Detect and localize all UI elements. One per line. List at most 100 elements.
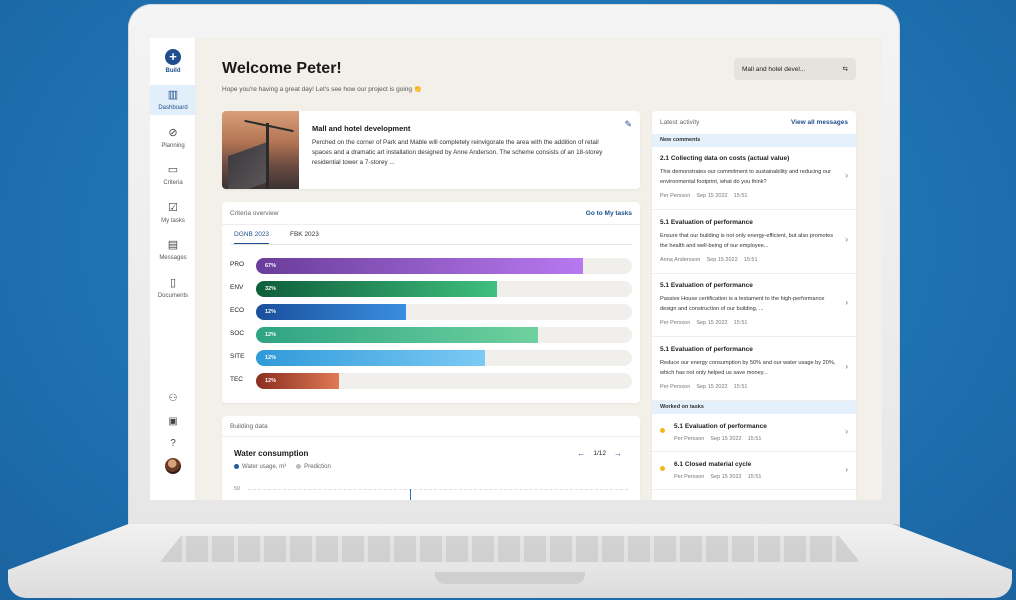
criteria-bar: 12% [256,350,486,366]
swap-icon: ⇆ [842,66,848,73]
project-select-value: Mall and hotel devel... [742,65,806,73]
comment-title: 5.1 Evaluation of performance [660,282,753,289]
project-card[interactable]: Mall and hotel development Perched on th… [222,111,640,189]
criteria-row-eco[interactable]: ECO 12% [230,304,632,320]
tab-fbk-2023[interactable]: FBK 2023 [290,231,319,243]
comment-item[interactable]: 2.1 Collecting data on costs (actual val… [652,147,856,210]
comment-body: This demonstrates our commitment to sust… [660,169,831,185]
chevron-right-icon: › [845,298,848,307]
document-icon: ▯ [169,277,177,289]
task-item[interactable]: 6.1 Closed material cycle Per Persson Sep… [652,452,856,490]
criteria-track: 67% [256,258,632,274]
legend-prediction: Prediction [296,464,331,470]
task-meta: Per Persson Sep 15 2022 15:51 [674,436,762,442]
help-icon[interactable]: ? [167,438,179,450]
comment-body: Reduce our energy consumption by 50% and… [660,360,836,376]
sidebar-item-criteria[interactable]: ▭ Criteria [150,160,196,190]
task-meta: Per Persson Sep 15 2022 15:51 [674,474,762,480]
criteria-bar: 12% [256,373,339,389]
criteria-row-env[interactable]: ENV 32% [230,281,632,297]
tab-dgnb-2023[interactable]: DGNB 2023 [234,231,270,245]
laptop-keyboard [160,536,860,562]
criteria-row-pro[interactable]: PRO 67% [230,258,632,274]
pager-label: 1/12 [593,450,606,457]
chevron-right-icon: › [845,427,848,436]
project-description: Perched on the corner of Park and Mable … [312,139,603,166]
criteria-percent: 12% [265,332,277,338]
report-search-icon[interactable]: ▣ [167,416,179,428]
criteria-bar: 67% [256,258,584,274]
criteria-label: ECO [230,307,245,314]
comment-title: 5.1 Evaluation of performance [660,219,753,226]
avatar[interactable] [165,458,181,474]
chart-marker-line [410,489,411,500]
arrow-right-icon[interactable]: → [614,449,622,458]
go-to-my-tasks-link[interactable]: Go to My tasks [586,210,632,217]
sidebar-item-messages[interactable]: ▤ Messages [150,235,196,265]
sidebar-item-planning[interactable]: ⊘ Planning [150,123,196,153]
comment-meta: Per Persson Sep 15 2022 15:51 [660,320,748,326]
criteria-card: Criteria overview Go to My tasks DGNB 20… [222,202,640,403]
criteria-percent: 12% [265,355,277,361]
comment-body: Passive House certification is a testame… [660,296,825,312]
briefcase-icon: ▭ [167,164,179,176]
criteria-row-soc[interactable]: SOC 12% [230,327,632,343]
chevron-right-icon: › [845,235,848,244]
page-title: Welcome Peter! [222,60,342,77]
chevron-right-icon: › [845,465,848,474]
chevron-right-icon: › [845,171,848,180]
sidebar-item-my-tasks[interactable]: ☑ My tasks [150,198,196,228]
sidebar-item-dashboard[interactable]: ▥ Dashboard [150,85,196,115]
comment-meta: Anna Andersson Sep 15 2022 15:51 [660,257,758,263]
criteria-track: 12% [256,327,632,343]
app-screen: + Build ▥ Dashboard ⊘ Planning ▭ Criteri… [150,38,882,500]
project-image [222,111,299,189]
legend-water-usage: Water usage, m³ [234,464,286,470]
activity-heading: Latest activity [660,119,700,126]
comment-item[interactable]: 5.1 Evaluation of performance Ensure that… [652,211,856,274]
building-data-heading: Building data [230,423,268,430]
criteria-track: 12% [256,350,632,366]
criteria-bar: 12% [256,304,407,320]
comment-title: 2.1 Collecting data on costs (actual val… [660,155,790,162]
sidebar-item-documents[interactable]: ▯ Documents [150,273,196,303]
task-title: 5.1 Evaluation of performance [674,423,767,430]
compass-icon: ⊘ [168,127,178,139]
criteria-percent: 12% [265,378,277,384]
chevron-right-icon: › [845,362,848,371]
worked-on-tasks-band: Worked on tasks [652,401,856,414]
status-dot [660,466,665,471]
criteria-row-tec[interactable]: TEC 12% [230,373,632,389]
arrow-left-icon[interactable]: ← [577,449,585,458]
building-data-card: Building data Water consumption Water us… [222,416,640,500]
page-subtitle: Hope you're having a great day! Let's se… [222,86,422,93]
build-button[interactable]: + Build [150,44,196,78]
users-icon[interactable]: ⚇ [167,393,179,405]
comment-meta: Per Persson Sep 15 2022 15:51 [660,384,748,390]
status-dot [660,428,665,433]
activity-panel: Latest activity View all messages New co… [652,111,856,500]
criteria-row-site[interactable]: SITE 12% [230,350,632,366]
comment-body: Ensure that our building is not only ene… [660,233,834,249]
criteria-track: 12% [256,373,632,389]
chart-pager: ← 1/12 → [577,449,622,458]
criteria-label: ENV [230,284,244,291]
criteria-label: PRO [230,261,245,268]
criteria-bar: 12% [256,327,538,343]
plus-icon: + [165,48,181,65]
criteria-percent: 32% [265,286,277,292]
edit-icon[interactable]: ✎ [624,119,632,130]
sidebar: + Build ▥ Dashboard ⊘ Planning ▭ Criteri… [150,38,196,500]
view-all-messages-link[interactable]: View all messages [791,119,848,126]
chart-legend: Water usage, m³ Prediction [234,464,331,470]
project-title: Mall and hotel development [312,124,411,133]
comment-item[interactable]: 5.1 Evaluation of performance Passive Hou… [652,274,856,337]
project-select[interactable]: Mall and hotel devel... ⇆ [734,58,856,80]
y-tick-label: 50 [234,486,241,492]
comment-item[interactable]: 5.1 Evaluation of performance Reduce our … [652,338,856,401]
criteria-label: SOC [230,330,245,337]
task-item[interactable]: 5.1 Evaluation of performance Per Persson… [652,414,856,452]
chart-title: Water consumption [234,449,309,458]
chat-icon: ▤ [167,239,179,251]
task-title: 6.1 Closed material cycle [674,461,752,468]
